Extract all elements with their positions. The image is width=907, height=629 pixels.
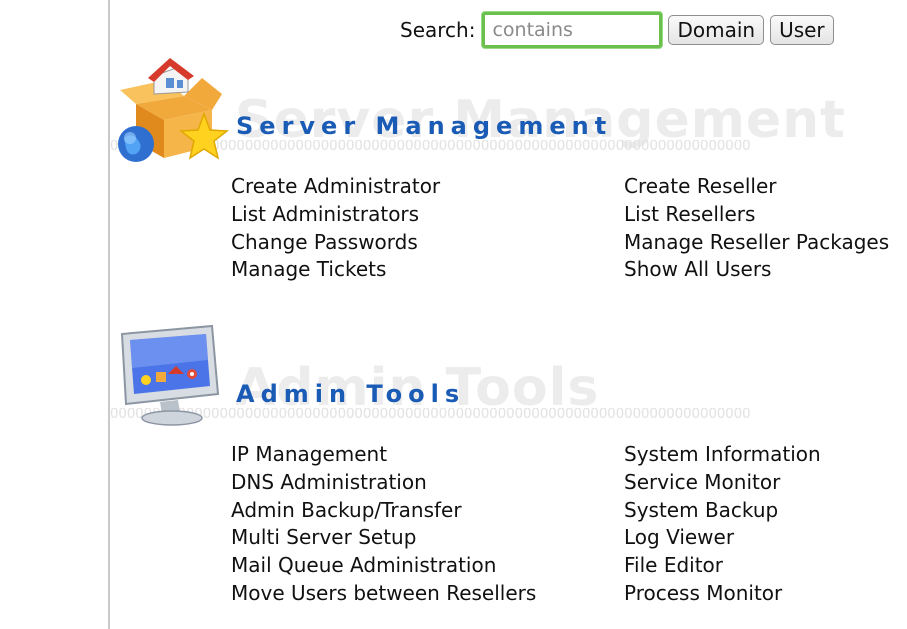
link-mail-queue-administration[interactable]: Mail Queue Administration xyxy=(231,552,624,580)
link-create-administrator[interactable]: Create Administrator xyxy=(231,173,624,201)
link-list-resellers[interactable]: List Resellers xyxy=(624,201,907,229)
link-change-passwords[interactable]: Change Passwords xyxy=(231,229,624,257)
admin-tools-links: IP Management System Information DNS Adm… xyxy=(231,441,907,608)
user-search-button[interactable]: User xyxy=(770,15,834,45)
link-show-all-users[interactable]: Show All Users xyxy=(624,256,907,284)
link-create-reseller[interactable]: Create Reseller xyxy=(624,173,907,201)
admin-tools-header: Admin Tools OOOOOOOOOOOOOOOOOOOOOOOOOOOO… xyxy=(110,320,907,430)
dotted-divider: OOOOOOOOOOOOOOOOOOOOOOOOOOOOOOOOOOOOOOOO… xyxy=(110,408,751,420)
server-management-header: Server Management OOOOOOOOOOOOOOOOOOOOOO… xyxy=(110,52,907,162)
server-management-section: Server Management OOOOOOOOOOOOOOOOOOOOOO… xyxy=(110,52,907,281)
link-system-backup[interactable]: System Backup xyxy=(624,497,907,525)
link-multi-server-setup[interactable]: Multi Server Setup xyxy=(231,524,624,552)
server-management-links: Create Administrator Create Reseller Lis… xyxy=(231,173,907,284)
link-service-monitor[interactable]: Service Monitor xyxy=(624,469,907,497)
domain-search-button[interactable]: Domain xyxy=(668,15,765,45)
link-file-editor[interactable]: File Editor xyxy=(624,552,907,580)
link-manage-tickets[interactable]: Manage Tickets xyxy=(231,256,624,284)
link-process-monitor[interactable]: Process Monitor xyxy=(624,580,907,608)
link-log-viewer[interactable]: Log Viewer xyxy=(624,524,907,552)
search-bar: Search: Domain User xyxy=(400,12,834,48)
admin-tools-section: Admin Tools OOOOOOOOOOOOOOOOOOOOOOOOOOOO… xyxy=(110,320,907,605)
link-move-users-between-resellers[interactable]: Move Users between Resellers xyxy=(231,580,624,608)
link-system-information[interactable]: System Information xyxy=(624,441,907,469)
link-manage-reseller-packages[interactable]: Manage Reseller Packages xyxy=(624,229,907,257)
monitor-icon xyxy=(120,324,220,426)
link-dns-administration[interactable]: DNS Administration xyxy=(231,469,624,497)
search-label: Search: xyxy=(400,18,476,42)
left-sidebar-divider xyxy=(0,0,110,629)
house-box-globe-star-icon xyxy=(118,58,230,162)
admin-tools-title: Admin Tools xyxy=(236,380,466,408)
server-management-title: Server Management xyxy=(236,112,613,140)
link-list-administrators[interactable]: List Administrators xyxy=(231,201,624,229)
link-ip-management[interactable]: IP Management xyxy=(231,441,624,469)
search-input[interactable] xyxy=(482,12,663,48)
link-admin-backup-transfer[interactable]: Admin Backup/Transfer xyxy=(231,497,624,525)
